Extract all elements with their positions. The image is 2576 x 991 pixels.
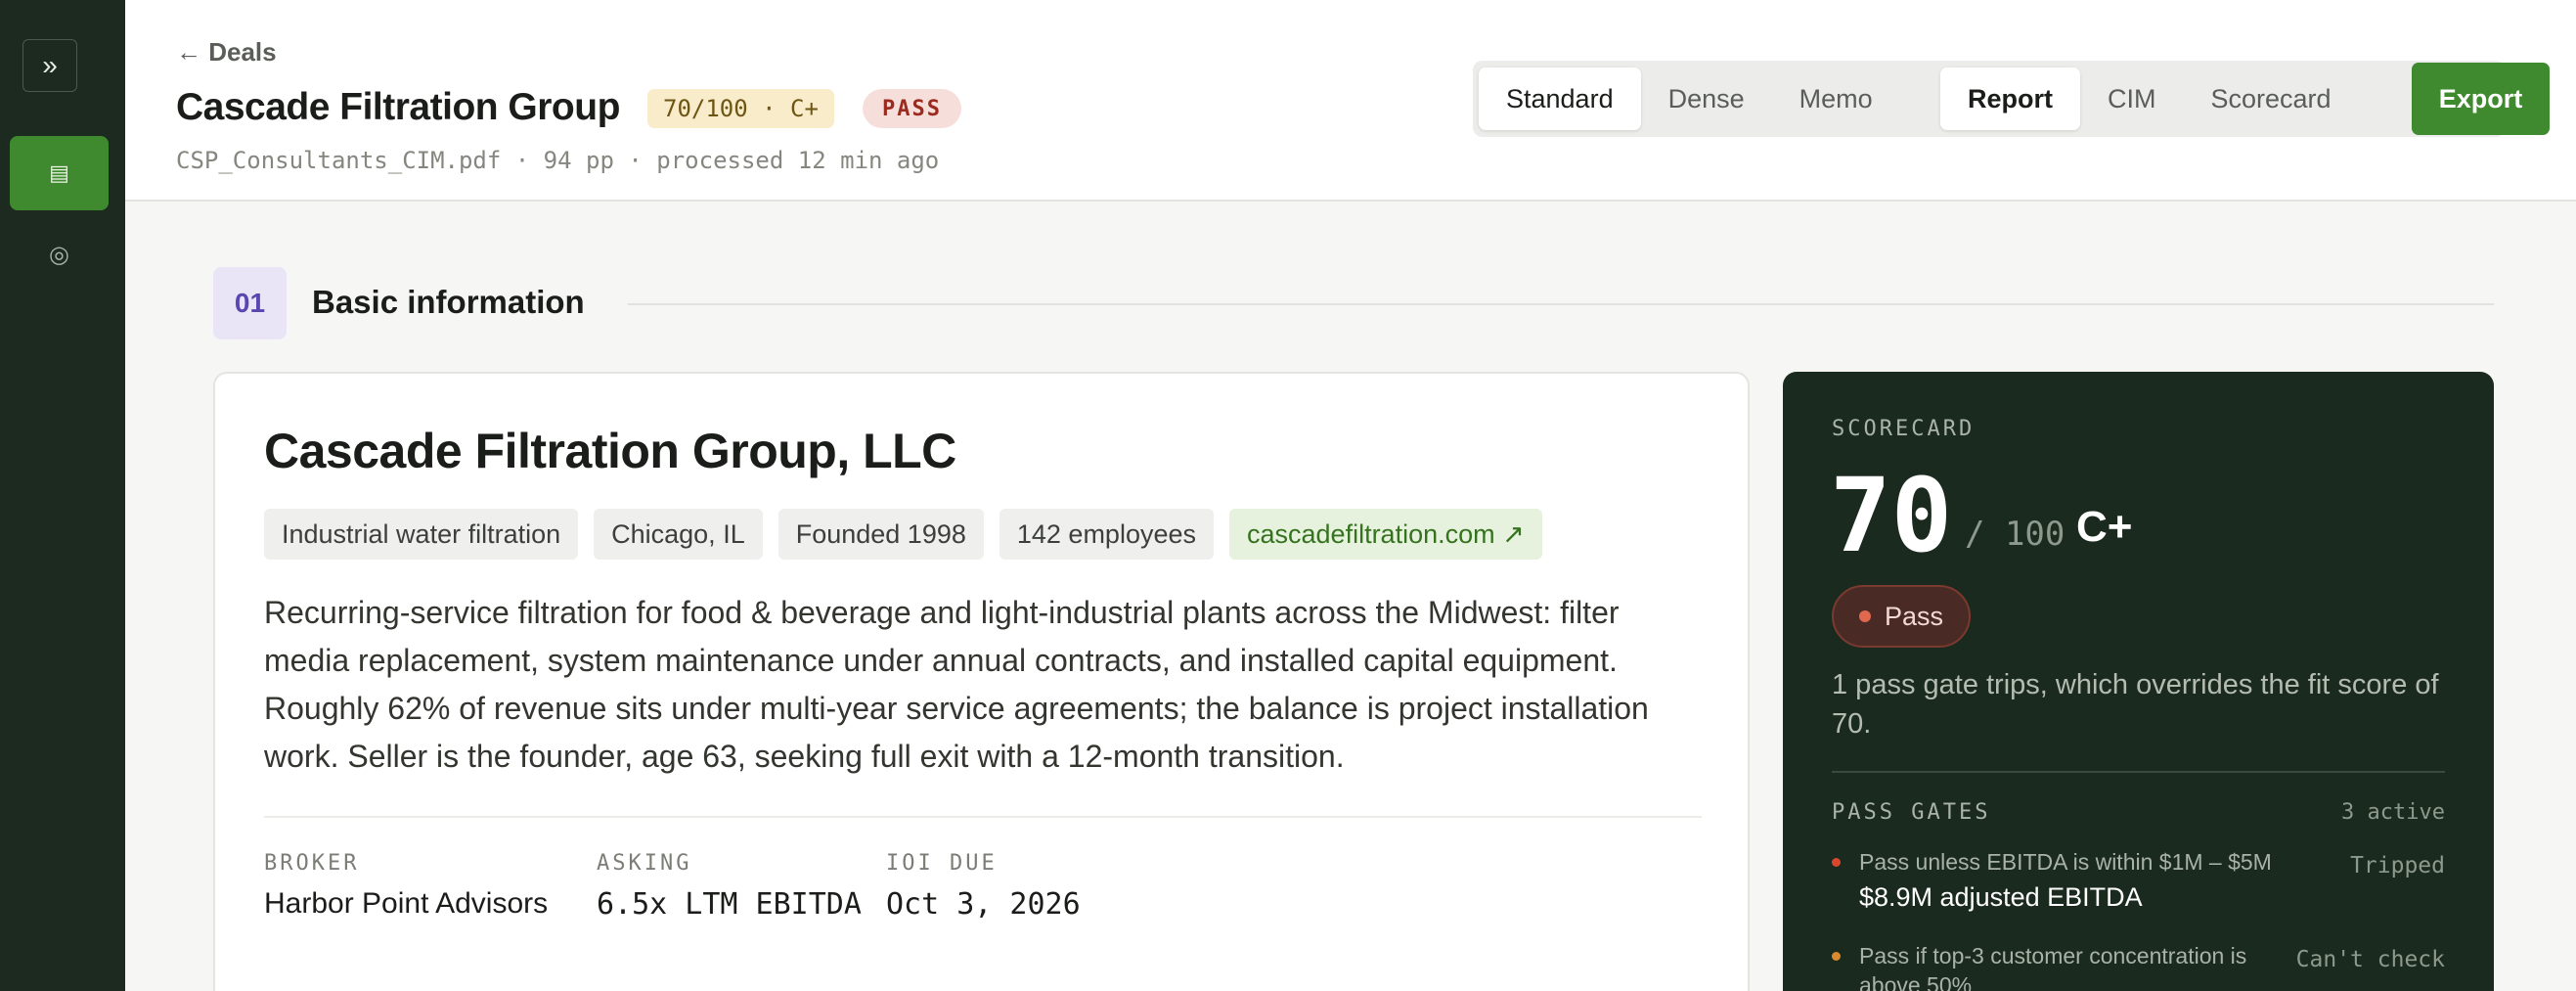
score-value: 70: [1830, 456, 1953, 575]
employees-tag: 142 employees: [999, 509, 1214, 560]
location-tag: Chicago, IL: [594, 509, 763, 560]
ioi-label: IOI DUE: [886, 851, 998, 876]
score-max: / 100: [1965, 515, 2065, 554]
gate-status-dot-icon: [1832, 952, 1841, 961]
company-name: Cascade Filtration Group, LLC: [264, 424, 956, 478]
pass-gate-item: Pass if top-3 customer concentration is …: [1832, 941, 2445, 991]
score-grade: C+: [2076, 503, 2133, 551]
broker-value: Harbor Point Advisors: [264, 887, 549, 920]
page-header: ← Deals Cascade Filtration Group 70/100 …: [125, 0, 2576, 202]
card-divider: [264, 816, 1702, 818]
density-memo-option[interactable]: Memo: [1772, 68, 1900, 130]
asking-field: ASKING 6.5x LTM EBITDA: [597, 851, 862, 922]
industry-tag: Industrial water filtration: [264, 509, 579, 560]
status-dot-icon: [1859, 610, 1871, 622]
section-divider: [628, 303, 2494, 305]
scorecard-status-badge: Pass: [1832, 585, 1972, 648]
gate-status-dot-icon: [1832, 858, 1841, 867]
broker-label: BROKER: [264, 851, 360, 876]
pass-gate-item: Pass unless EBITDA is within $1M – $5M $…: [1832, 847, 2445, 913]
founded-tag: Founded 1998: [777, 509, 984, 560]
company-description: Recurring-service filtration for food & …: [264, 595, 1649, 774]
gate-status: Can't check: [2295, 947, 2445, 972]
tab-scorecard[interactable]: Scorecard: [2184, 68, 2359, 130]
scorecard-note: 1 pass gate trips, which overrides the f…: [1832, 669, 2439, 740]
target-nav-icon[interactable]: ◎: [10, 217, 109, 292]
asking-value: 6.5x LTM EBITDA: [597, 887, 862, 922]
gate-rule: Pass if top-3 customer concentration is …: [1859, 943, 2247, 991]
density-standard-option[interactable]: Standard: [1479, 68, 1641, 130]
section-title: Basic information: [312, 284, 585, 320]
pass-gates-label: PASS GATES: [1832, 800, 1991, 825]
scorecard-label: SCORECARD: [1832, 417, 1976, 441]
density-dense-option[interactable]: Dense: [1641, 68, 1772, 130]
back-to-deals-link[interactable]: ← Deals: [176, 37, 277, 68]
ioi-field: IOI DUE Oct 3, 2026: [886, 851, 1081, 922]
ioi-value: Oct 3, 2026: [886, 887, 1081, 922]
score-badge: 70/100 · C+: [647, 89, 834, 128]
scorecard-panel: SCORECARD 70 / 100 C+ Pass 1 pass gate t…: [1783, 372, 2494, 991]
tab-cim[interactable]: CIM: [2080, 68, 2184, 130]
scorecard-divider: [1832, 771, 2445, 773]
website-link[interactable]: cascadefiltration.com ↗: [1229, 509, 1542, 560]
tab-report[interactable]: Report: [1940, 68, 2080, 130]
export-button[interactable]: Export: [2412, 63, 2550, 135]
gate-evidence: $8.9M adjusted EBITDA: [1859, 882, 2143, 912]
gate-status: Tripped: [2350, 853, 2445, 878]
section-number: 01: [213, 267, 287, 339]
expand-sidebar-icon[interactable]: »: [22, 39, 77, 92]
page-title: Cascade Filtration Group: [176, 86, 620, 128]
scorecard-status-label: Pass: [1885, 601, 1944, 631]
broker-field: BROKER Harbor Point Advisors: [264, 851, 548, 921]
gate-rule: Pass unless EBITDA is within $1M – $5M: [1859, 849, 2272, 875]
document-meta: CSP_Consultants_CIM.pdf · 94 pp · proces…: [176, 147, 940, 174]
company-card: Cascade Filtration Group, LLC Industrial…: [213, 372, 1750, 991]
company-tags: Industrial water filtration Chicago, IL …: [264, 509, 1542, 560]
asking-label: ASKING: [597, 851, 692, 876]
pass-gates-count: 3 active: [2341, 800, 2445, 825]
status-badge: PASS: [863, 89, 961, 128]
sidebar: » ▤ ◎: [0, 0, 125, 991]
report-nav-icon[interactable]: ▤: [10, 136, 109, 210]
